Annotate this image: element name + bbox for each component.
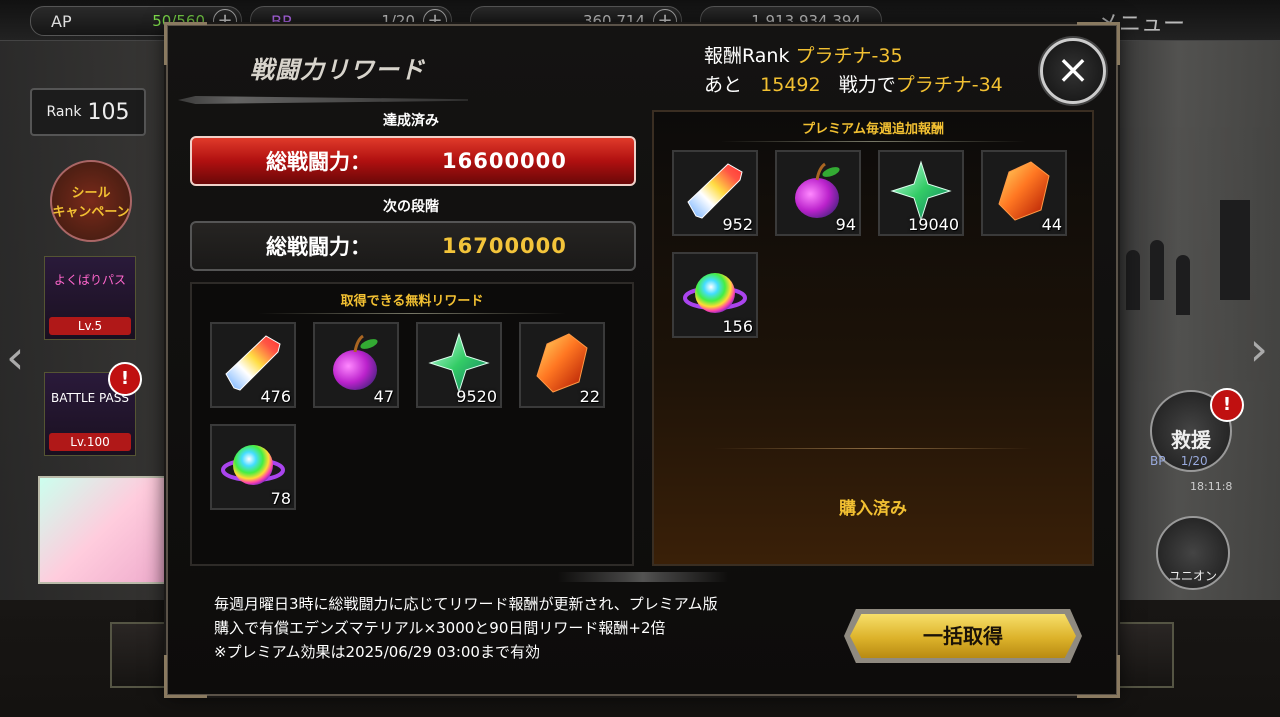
seal-campaign-label: シール キャンペーン xyxy=(52,186,130,220)
free-reward-item[interactable]: 78 xyxy=(210,424,296,510)
close-button[interactable]: × xyxy=(1040,38,1106,104)
remain-target: プラチナ-34 xyxy=(895,74,1003,96)
note-line-2: 購入で有償エデンズマテリアル×3000と90日間リワード報酬+2倍 xyxy=(214,619,666,637)
free-reward-item[interactable]: 9520 xyxy=(416,322,502,408)
title-divider xyxy=(178,96,468,104)
next-stage-power-bar: 総戦闘力： 16700000 xyxy=(190,221,636,271)
remain-mid: 戦力で xyxy=(838,74,896,96)
note-line-3: ※プレミアム効果は2025/06/29 03:00まで有効 xyxy=(214,643,540,661)
premium-reward-qty: 19040 xyxy=(908,215,959,234)
purchased-status: 購入済み xyxy=(839,499,907,519)
union-label: ユニオン xyxy=(1168,569,1217,583)
premium-reward-panel: プレミアム毎週追加報酬 952 94 19040 44 156 購入済み xyxy=(652,110,1094,566)
rescue-label: 救援 xyxy=(1171,428,1211,452)
yokubari-pass-level: Lv.5 xyxy=(49,317,131,335)
premium-reward-qty: 952 xyxy=(722,215,753,234)
right-bp-label: BP 1/20 xyxy=(1150,454,1208,468)
achieved-power-key: 総戦闘力： xyxy=(266,150,371,174)
reward-rank-value: プラチナ-35 xyxy=(795,45,903,67)
battle-pass-alert-icon: ! xyxy=(108,362,142,396)
premium-reward-qty: 44 xyxy=(1041,215,1062,234)
free-reward-qty: 22 xyxy=(579,387,600,406)
combat-power-reward-dialog: 戦闘力リワード 報酬Rank プラチナ-35 あと 15492 戦力でプラチナ-… xyxy=(164,22,1120,698)
frame-corner-ornament xyxy=(164,655,207,698)
right-bp-value: 1/20 xyxy=(1180,454,1208,468)
left-arrow-icon[interactable]: ‹ xyxy=(6,330,24,384)
next-power-value: 16700000 xyxy=(442,234,567,258)
achieved-power-value: 16600000 xyxy=(442,149,567,173)
player-rank: Rank 105 xyxy=(30,88,146,136)
free-reward-heading: 取得できる無料リワード xyxy=(192,290,632,314)
premium-divider xyxy=(714,448,1032,449)
seal-campaign-button[interactable]: シール キャンペーン xyxy=(50,160,132,242)
right-timer: 18:11:8 xyxy=(1190,480,1233,493)
rescue-alert-icon: ! xyxy=(1210,388,1244,422)
free-reward-item[interactable]: 476 xyxy=(210,322,296,408)
free-reward-qty: 476 xyxy=(260,387,291,406)
rank-label: Rank xyxy=(46,104,82,120)
premium-reward-heading: プレミアム毎週追加報酬 xyxy=(654,118,1092,142)
premium-reward-item[interactable]: 19040 xyxy=(878,150,964,236)
free-reward-qty: 78 xyxy=(270,489,291,508)
reward-rank-info: 報酬Rank プラチナ-35 あと 15492 戦力でプラチナ-34 xyxy=(704,42,1003,100)
frame-corner-ornament xyxy=(164,22,207,65)
premium-reward-qty: 156 xyxy=(722,317,753,336)
premium-reward-qty: 94 xyxy=(835,215,856,234)
premium-reward-item[interactable]: 44 xyxy=(981,150,1067,236)
character-portrait[interactable] xyxy=(38,476,170,584)
premium-reward-item[interactable]: 952 xyxy=(672,150,758,236)
claim-all-button[interactable]: 一括取得 xyxy=(850,614,1076,658)
next-power-key: 総戦闘力： xyxy=(266,235,371,259)
free-reward-item[interactable]: 22 xyxy=(519,322,605,408)
right-bp-key: BP xyxy=(1150,454,1166,468)
next-stage-label: 次の段階 xyxy=(383,199,439,215)
rank-value: 105 xyxy=(87,99,130,125)
battle-pass-level: Lv.100 xyxy=(49,433,131,451)
remain-prefix: あと xyxy=(704,74,743,96)
achieved-power-bar: 総戦闘力： 16600000 xyxy=(190,136,636,186)
achieved-label: 達成済み xyxy=(383,113,439,129)
free-reward-qty: 9520 xyxy=(456,387,497,406)
premium-reward-item[interactable]: 94 xyxy=(775,150,861,236)
reward-rank-label: 報酬Rank xyxy=(704,45,790,67)
note-line-1: 毎週月曜日3時に総戦闘力に応じてリワード報酬が更新され、プレミアム版 xyxy=(214,595,718,613)
ap-label: AP xyxy=(51,11,72,31)
free-reward-item[interactable]: 47 xyxy=(313,322,399,408)
free-reward-panel: 取得できる無料リワード 476 47 9520 22 78 xyxy=(190,282,634,566)
frame-corner-ornament xyxy=(1077,655,1120,698)
reward-notes: 毎週月曜日3時に総戦闘力に応じてリワード報酬が更新され、プレミアム版 購入で有償… xyxy=(214,592,718,664)
remain-value: 15492 xyxy=(760,74,821,96)
dialog-title: 戦闘力リワード xyxy=(250,56,425,84)
yokubari-pass-label: よくばりパス xyxy=(53,273,126,287)
yokubari-pass-button[interactable]: よくばりパス Lv.5 xyxy=(44,256,136,340)
premium-reward-item[interactable]: 156 xyxy=(672,252,758,338)
right-arrow-icon[interactable]: › xyxy=(1250,322,1268,376)
free-reward-qty: 47 xyxy=(373,387,394,406)
union-button[interactable]: ユニオン xyxy=(1156,516,1230,590)
bottom-ornament xyxy=(558,572,728,582)
